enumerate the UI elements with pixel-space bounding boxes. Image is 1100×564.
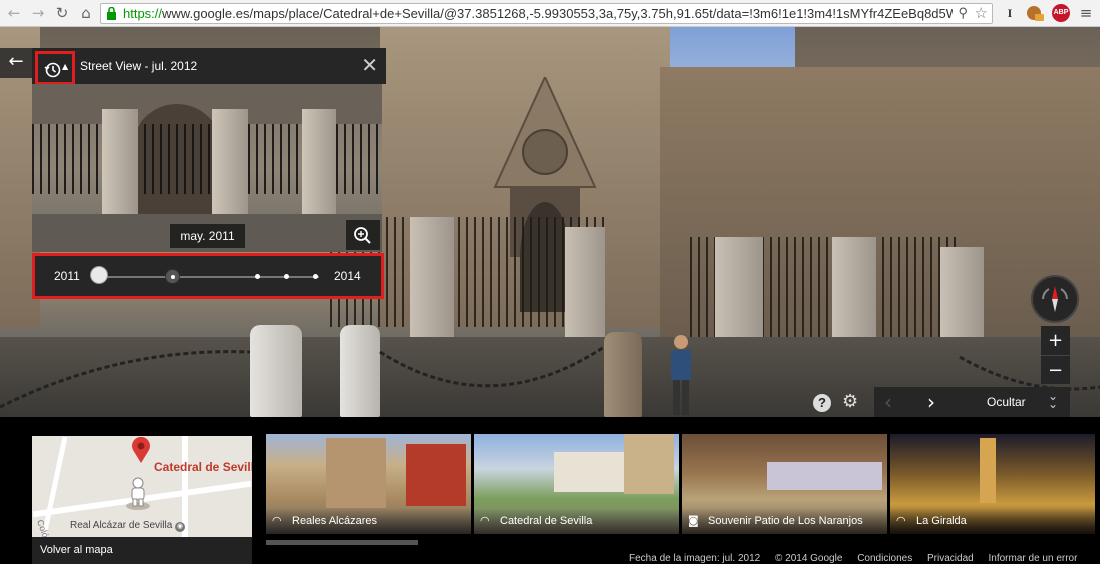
- lock-icon: [107, 7, 116, 20]
- preview-pillar: [302, 109, 336, 229]
- thumb-caption: ◠ Reales Alcázares: [266, 508, 471, 534]
- thumb-caption: ◠ La Giralda: [890, 508, 1095, 534]
- preview-pillar: [102, 109, 138, 229]
- thumb-tower: [624, 434, 674, 494]
- map-poi-label: Real Alcázar de Sevilla ◉: [70, 520, 186, 532]
- timeline-tick-selected[interactable]: [165, 269, 180, 284]
- 360-icon: ◠: [896, 514, 906, 527]
- time-machine-panel: ← ▲ Street View - jul. 2012 ✕ may. 2011: [0, 48, 386, 300]
- filmstrip-scrollbar[interactable]: [266, 540, 418, 545]
- thumb-label: Catedral de Sevilla: [500, 515, 593, 527]
- image-date: Fecha de la imagen: jul. 2012: [629, 553, 761, 564]
- street-view-panorama[interactable]: ← ▲ Street View - jul. 2012 ✕ may. 2011: [0, 27, 1100, 417]
- thumb-red-gate: [406, 444, 466, 506]
- thumb-giralda-tower: [980, 438, 996, 503]
- zoom-magnifier-icon[interactable]: ⚲: [958, 5, 968, 21]
- zoom-control: + −: [1041, 326, 1070, 384]
- history-clock-icon: [44, 62, 61, 78]
- chevron-right-icon[interactable]: ›: [927, 390, 935, 414]
- thumb-building: [554, 452, 624, 492]
- url-text: https://www.google.es/maps/place/Catedra…: [123, 6, 953, 21]
- zoom-in-preview-button[interactable]: [346, 220, 380, 250]
- pedestrian: [671, 335, 691, 415]
- home-icon[interactable]: ⌂: [76, 3, 96, 23]
- timeline-start-year: 2011: [54, 269, 80, 283]
- map-pin-icon: [132, 436, 150, 463]
- report-problem-link[interactable]: Informar de un error: [989, 553, 1078, 564]
- timeline-tick[interactable]: [255, 274, 260, 279]
- url-scheme: https://: [123, 6, 163, 21]
- browser-toolbar: ← → ↻ ⌂ https://www.google.es/maps/place…: [0, 0, 1100, 27]
- close-icon[interactable]: ✕: [361, 53, 378, 77]
- timeline-tick[interactable]: [313, 274, 318, 279]
- 360-icon: ◠: [272, 514, 282, 527]
- thumb-sky: [767, 462, 882, 490]
- forward-arrow-icon[interactable]: →: [28, 3, 48, 23]
- back-arrow-icon[interactable]: ←: [4, 3, 24, 23]
- compass-icon: [1042, 286, 1068, 312]
- thumb-label: La Giralda: [916, 515, 967, 527]
- terms-link[interactable]: Condiciones: [857, 553, 912, 564]
- zoom-out-button[interactable]: −: [1041, 356, 1070, 385]
- extension-i-icon[interactable]: I: [1004, 4, 1016, 22]
- timeline-handle[interactable]: [90, 266, 108, 284]
- back-arrow-icon[interactable]: ←: [0, 48, 32, 78]
- zoom-in-button[interactable]: +: [1041, 326, 1070, 355]
- preview-date-label: may. 2011: [170, 224, 245, 248]
- stone-pillar: [410, 217, 454, 337]
- filmstrip: Colón Catedral de Sevill Real Alcázar de…: [0, 417, 1100, 564]
- compass-control[interactable]: [1031, 275, 1079, 323]
- thumb-label: Reales Alcázares: [292, 515, 377, 527]
- reload-icon[interactable]: ↻: [52, 3, 72, 23]
- extension-cookie-icon[interactable]: [1025, 4, 1045, 22]
- address-bar[interactable]: https://www.google.es/maps/place/Catedra…: [100, 3, 993, 24]
- panel-title: Street View - jul. 2012: [80, 59, 198, 73]
- thumb-wall: [326, 438, 386, 508]
- timeline-end-year: 2014: [334, 269, 361, 283]
- back-to-map-button[interactable]: Volver al mapa: [32, 537, 252, 564]
- menu-hamburger-icon[interactable]: ≡: [1078, 4, 1094, 22]
- poi-camera-icon: ◉: [175, 522, 186, 532]
- double-chevron-down-icon[interactable]: ⌄ ⌄: [1048, 390, 1058, 410]
- time-machine-toggle[interactable]: ▲: [35, 51, 75, 85]
- help-icon[interactable]: ?: [813, 394, 831, 412]
- map-poi-text: Real Alcázar de Sevilla: [70, 520, 173, 531]
- map-place-title[interactable]: Catedral de Sevill: [154, 460, 252, 474]
- filmstrip-thumb[interactable]: ◠ La Giralda: [890, 434, 1095, 534]
- stone-pillar: [565, 227, 605, 337]
- filmstrip-thumb[interactable]: ◙ Souvenir Patio de Los Naranjos: [682, 434, 887, 534]
- timeline-tick[interactable]: [284, 274, 289, 279]
- footer: Fecha de la imagen: jul. 2012 © 2014 Goo…: [629, 553, 1077, 564]
- pegman-icon[interactable]: [124, 476, 152, 510]
- gear-icon[interactable]: ⚙: [842, 391, 858, 412]
- time-machine-header: ▲ Street View - jul. 2012 ✕: [32, 48, 386, 85]
- filmstrip-thumb[interactable]: ◠ Catedral de Sevilla: [474, 434, 679, 534]
- filmstrip-controls: ‹ › Ocultar ⌄ ⌄: [874, 387, 1070, 417]
- mini-map[interactable]: Colón Catedral de Sevill Real Alcázar de…: [32, 436, 252, 564]
- filmstrip-thumb[interactable]: ◠ Reales Alcázares: [266, 434, 471, 534]
- caret-up-icon: ▲: [62, 62, 69, 71]
- chevron-left-icon[interactable]: ‹: [884, 390, 892, 414]
- 360-icon: ◠: [480, 514, 490, 527]
- copyright: © 2014 Google: [774, 553, 843, 564]
- url-path: www.google.es/maps/place/Catedral+de+Sev…: [162, 6, 953, 21]
- thumb-label: Souvenir Patio de Los Naranjos: [708, 515, 863, 527]
- hide-filmstrip-button[interactable]: Ocultar: [987, 395, 1026, 409]
- magnifier-plus-icon: [354, 227, 371, 244]
- adblock-plus-icon[interactable]: ABP: [1052, 4, 1070, 22]
- privacy-link[interactable]: Privacidad: [927, 553, 974, 564]
- thumb-caption: ◙ Souvenir Patio de Los Naranjos: [682, 508, 887, 534]
- camera-icon: ◙: [688, 514, 699, 527]
- preview-pillar: [212, 109, 248, 229]
- timeline-slider[interactable]: 2011 2014: [32, 253, 384, 299]
- bookmark-star-icon[interactable]: ☆: [975, 4, 988, 22]
- thumb-caption: ◠ Catedral de Sevilla: [474, 508, 679, 534]
